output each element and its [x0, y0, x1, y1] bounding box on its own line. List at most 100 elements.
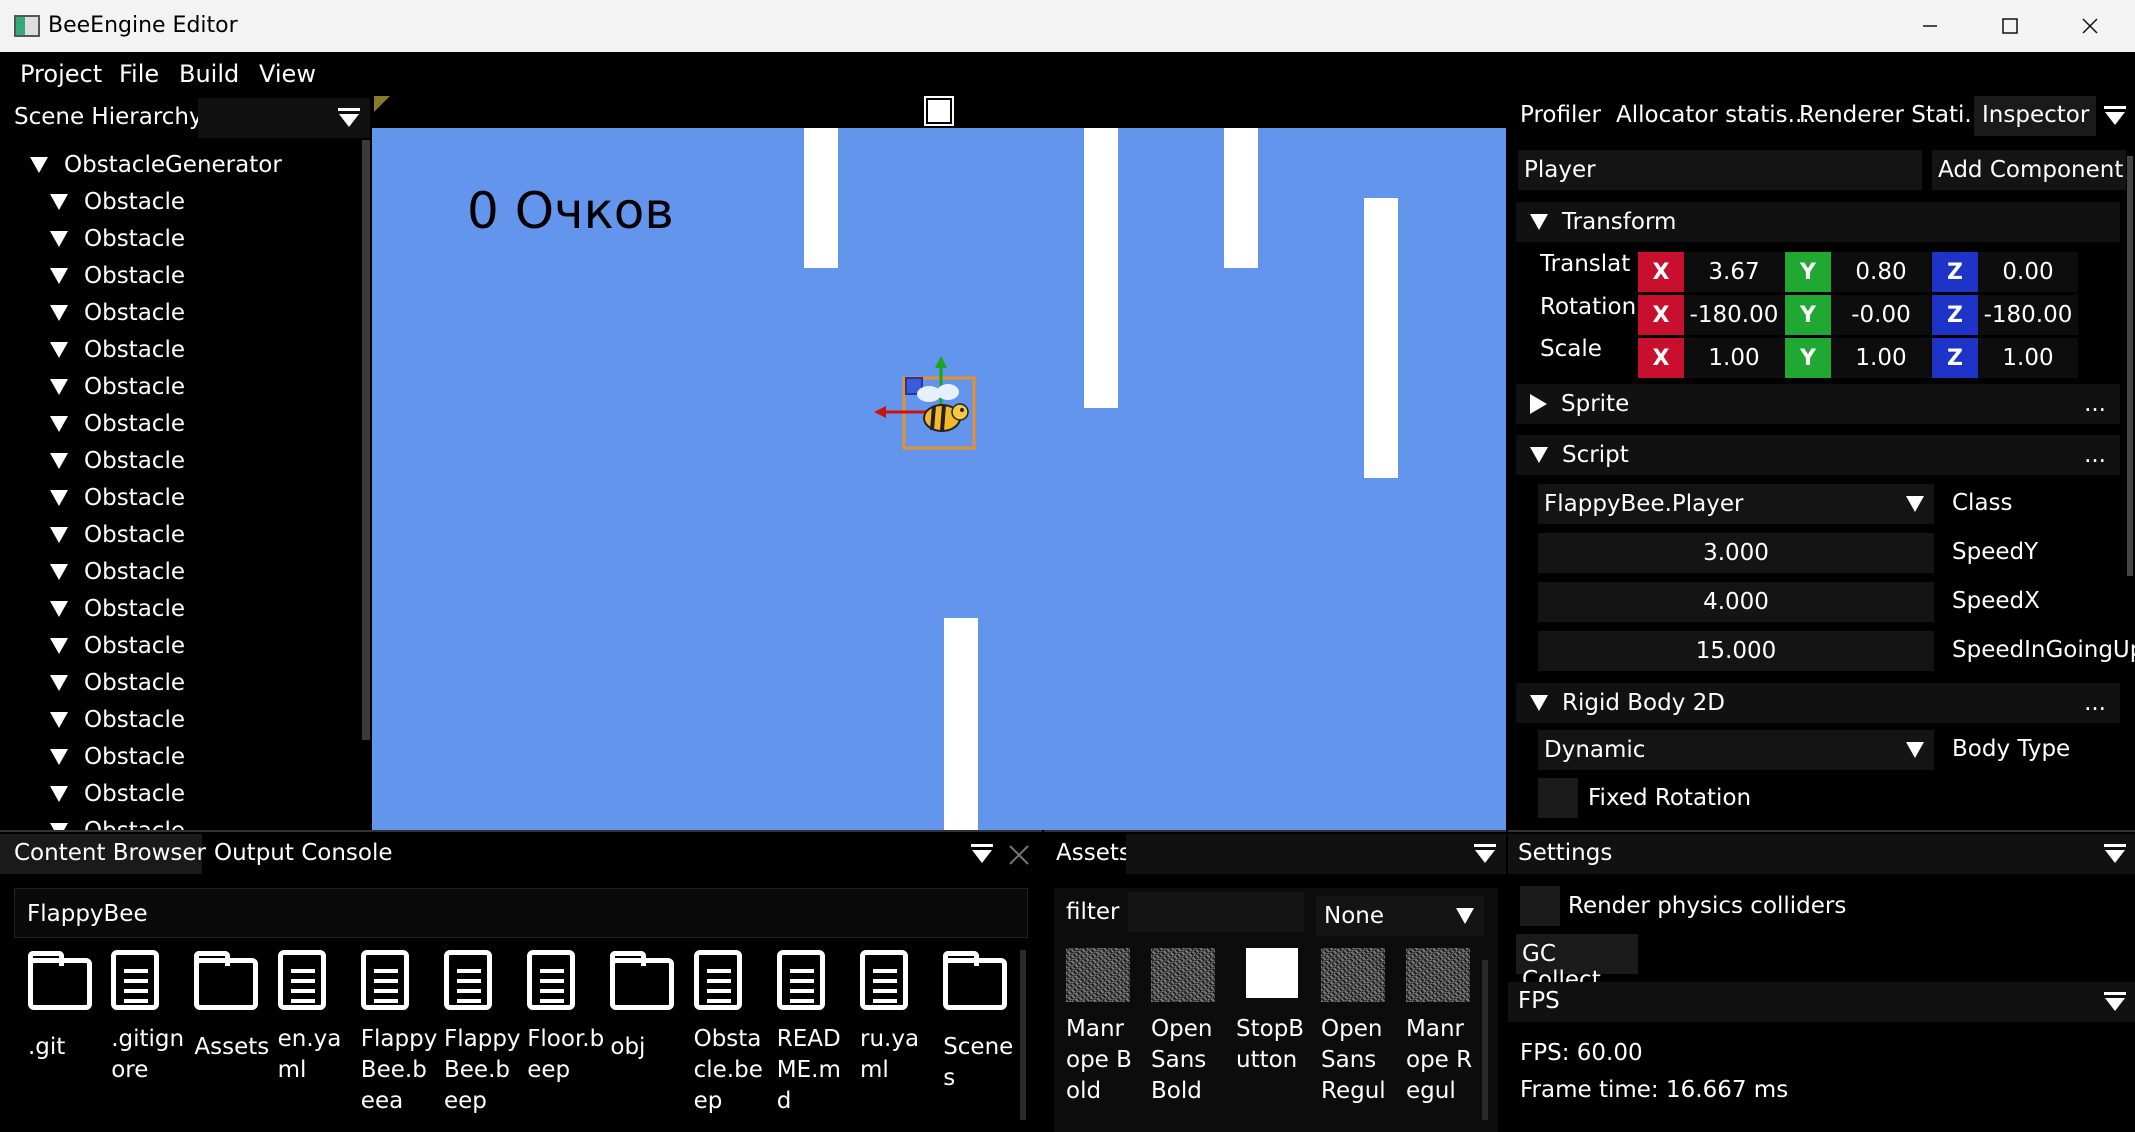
content-item[interactable]: .git — [28, 950, 106, 1063]
sprite-more-button[interactable]: ... — [2084, 391, 2106, 417]
tab-assets[interactable]: Assets — [1056, 840, 1131, 866]
transform-y-input[interactable]: -0.00 — [1831, 295, 1931, 335]
sprite-section-header[interactable]: Sprite ... — [1516, 384, 2120, 424]
content-item[interactable]: FlappyBee.beep — [444, 950, 522, 1117]
assets-scrollbar[interactable] — [1482, 960, 1488, 1120]
tree-node-obstacle[interactable]: Obstacle — [50, 744, 185, 770]
speedx-input[interactable]: 4.000 — [1538, 582, 1934, 622]
tree-node-obstaclegenerator[interactable]: ObstacleGenerator — [30, 152, 282, 178]
expand-triangle-icon[interactable] — [50, 342, 68, 358]
gc-collect-button[interactable]: GC Collect — [1516, 934, 1638, 993]
rigidbody-more-button[interactable]: ... — [2084, 690, 2106, 716]
axis-y-button[interactable]: Y — [1785, 338, 1831, 378]
tab-settings[interactable]: Settings — [1518, 840, 1612, 866]
dropdown-arrow-icon[interactable] — [1906, 742, 1924, 758]
close-panel-icon[interactable] — [1008, 844, 1030, 866]
tree-node-obstacle[interactable]: Obstacle — [50, 189, 185, 215]
asset-item[interactable]: OpenSans Regul — [1321, 948, 1391, 1107]
axis-z-button[interactable]: Z — [1932, 295, 1978, 335]
content-item[interactable]: Assets — [194, 950, 272, 1063]
tree-node-obstacle[interactable]: Obstacle — [50, 781, 185, 807]
axis-y-button[interactable]: Y — [1785, 295, 1831, 335]
asset-type-select[interactable]: None — [1316, 896, 1484, 936]
obstacle-bottom[interactable] — [944, 618, 978, 830]
axis-x-button[interactable]: X — [1638, 252, 1684, 292]
tree-node-obstacle[interactable]: Obstacle — [50, 633, 185, 659]
speedy-input[interactable]: 3.000 — [1538, 533, 1934, 573]
axis-x-button[interactable]: X — [1638, 295, 1684, 335]
tab-renderer-stats[interactable]: Renderer Stati... — [1799, 102, 1986, 128]
expand-triangle-icon[interactable] — [50, 675, 68, 691]
tree-node-obstacle[interactable]: Obstacle — [50, 448, 185, 474]
tree-node-obstacle[interactable]: Obstacle — [50, 670, 185, 696]
dropdown-arrow-icon[interactable] — [1906, 496, 1924, 512]
inspector-scrollbar[interactable] — [2127, 156, 2133, 576]
asset-item[interactable]: Manrope Bold — [1066, 948, 1136, 1107]
expand-triangle-icon[interactable] — [50, 601, 68, 617]
tree-node-obstacle[interactable]: Obstacle — [50, 596, 185, 622]
menu-project[interactable]: Project — [20, 60, 102, 88]
panel-menu-icon[interactable] — [2104, 844, 2126, 864]
content-item[interactable]: Scenes — [943, 950, 1021, 1094]
expand-triangle-icon[interactable] — [50, 527, 68, 543]
expand-triangle-icon[interactable] — [50, 231, 68, 247]
axis-y-button[interactable]: Y — [1785, 252, 1831, 292]
expand-triangle-icon[interactable] — [50, 268, 68, 284]
asset-item[interactable]: OpenSans Bold — [1151, 948, 1221, 1107]
collapse-triangle-icon[interactable] — [1530, 695, 1548, 711]
axis-z-button[interactable]: Z — [1932, 338, 1978, 378]
expand-triangle-icon[interactable] — [50, 564, 68, 580]
close-window-button[interactable] — [2050, 0, 2130, 52]
tab-content-browser[interactable]: Content Browser — [14, 840, 206, 866]
tree-node-obstacle[interactable]: Obstacle — [50, 263, 185, 289]
expand-triangle-icon[interactable] — [1530, 394, 1547, 414]
tab-allocator-stats[interactable]: Allocator statis... — [1616, 102, 1810, 128]
obstacle-top[interactable] — [1084, 128, 1118, 408]
tree-node-obstacle[interactable]: Obstacle — [50, 374, 185, 400]
tab-profiler[interactable]: Profiler — [1520, 102, 1601, 128]
tab-output-console[interactable]: Output Console — [214, 840, 393, 866]
body-type-select[interactable]: Dynamic — [1538, 730, 1934, 770]
transform-z-input[interactable]: -180.00 — [1978, 295, 2078, 335]
axis-x-button[interactable]: X — [1638, 338, 1684, 378]
expand-triangle-icon[interactable] — [50, 194, 68, 210]
tab-inspector[interactable]: Inspector — [1982, 102, 2089, 128]
transform-section-header[interactable]: Transform — [1516, 202, 2120, 242]
fixed-rotation-checkbox[interactable] — [1538, 778, 1578, 818]
axis-z-button[interactable]: Z — [1932, 252, 1978, 292]
menu-view[interactable]: View — [259, 60, 316, 88]
minimize-button[interactable] — [1890, 0, 1970, 52]
render-colliders-checkbox[interactable] — [1520, 886, 1560, 926]
panel-menu-icon[interactable] — [2104, 106, 2126, 126]
content-item[interactable]: ru.yaml — [860, 950, 938, 1086]
script-class-select[interactable]: FlappyBee.Player — [1538, 484, 1934, 524]
expand-triangle-icon[interactable] — [30, 157, 48, 173]
content-item[interactable]: Floor.beep — [527, 950, 605, 1086]
content-item[interactable]: FlappyBee.beea — [360, 950, 439, 1117]
expand-triangle-icon[interactable] — [50, 638, 68, 654]
script-more-button[interactable]: ... — [2084, 442, 2106, 468]
tab-fps[interactable]: FPS — [1518, 988, 1560, 1014]
tree-node-obstacle[interactable]: Obstacle — [50, 522, 185, 548]
viewport-corner-handle[interactable] — [374, 96, 390, 112]
expand-triangle-icon[interactable] — [50, 453, 68, 469]
content-item[interactable]: obj — [610, 950, 688, 1063]
content-item[interactable]: README.md — [776, 950, 855, 1117]
expand-triangle-icon[interactable] — [50, 379, 68, 395]
expand-triangle-icon[interactable] — [50, 712, 68, 728]
play-button[interactable] — [924, 96, 954, 126]
tree-node-obstacle[interactable]: Obstacle — [50, 559, 185, 585]
asset-item[interactable]: StopButton — [1236, 948, 1306, 1076]
menu-build[interactable]: Build — [179, 60, 239, 88]
transform-x-input[interactable]: -180.00 — [1684, 295, 1784, 335]
panel-menu-icon[interactable] — [338, 108, 360, 128]
tree-node-obstacle[interactable]: Obstacle — [50, 337, 185, 363]
scene-viewport[interactable]: 0 Очков — [372, 96, 1506, 830]
content-scrollbar[interactable] — [1020, 950, 1026, 1120]
tree-node-obstacle[interactable]: Obstacle — [50, 226, 185, 252]
speed-going-up-input[interactable]: 15.000 — [1538, 631, 1934, 671]
transform-x-input[interactable]: 1.00 — [1684, 338, 1784, 378]
expand-triangle-icon[interactable] — [50, 490, 68, 506]
transform-y-input[interactable]: 0.80 — [1831, 252, 1931, 292]
asset-item[interactable]: Manrope Regul — [1406, 948, 1476, 1107]
